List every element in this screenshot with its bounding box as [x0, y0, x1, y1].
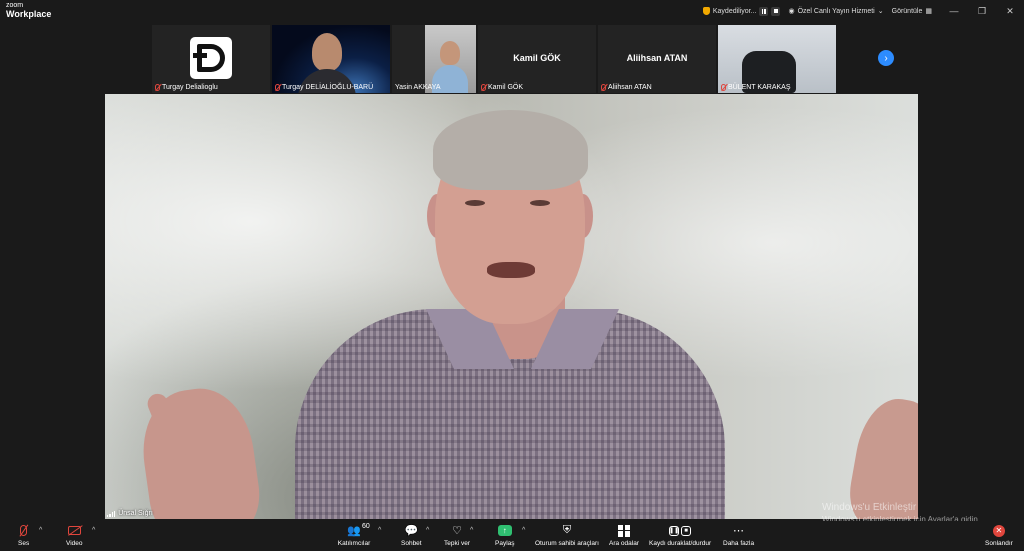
participants-count: 60 [362, 523, 370, 530]
participant-face [440, 41, 460, 65]
participant-name: Turgay DELİALİOĞLU-BARÜ [282, 84, 374, 91]
participants-icon: 👥 [347, 525, 361, 537]
participant-tile[interactable]: Aliihsan ATAN Aliihsan ATAN [598, 25, 716, 93]
broadcast-icon: ◉ [788, 8, 795, 15]
recording-indicator: Kaydediliyor... [702, 6, 781, 16]
share-button[interactable]: ↑ Paylaş [495, 523, 515, 547]
participant-name: Aliihsan ATAN [608, 84, 652, 91]
livestream-label: Özel Canlı Yayın Hizmeti [797, 7, 875, 15]
close-icon[interactable]: ✕ [996, 6, 1024, 17]
host-tools-button[interactable]: ⛨ Oturum sahibi araçları [535, 523, 599, 547]
participants-button[interactable]: 👥 60 Katılımcılar [337, 523, 371, 547]
participant-big-name: Aliihsan ATAN [626, 53, 688, 63]
restore-icon[interactable]: ❐ [968, 6, 996, 17]
mic-muted-icon [20, 525, 28, 536]
next-page-arrow-icon[interactable]: › [878, 50, 894, 66]
participant-strip: Turgay Delialioglu Turgay DELİALİOĞLU-BA… [152, 25, 836, 93]
video-button[interactable]: Video [66, 523, 83, 547]
participant-name: Yasin AKKAYA [395, 84, 441, 91]
active-speaker-video: Ünsal Sığrı [105, 94, 918, 519]
participant-face [312, 33, 342, 71]
view-menu[interactable]: Görüntüle ▦ [891, 7, 932, 16]
participant-big-name: Kamil GÖK [513, 53, 561, 63]
mic-muted-icon [721, 84, 726, 91]
livestream-menu[interactable]: ◉ Özel Canlı Yayın Hizmeti ⌄ [788, 7, 884, 16]
breakout-rooms-icon [618, 524, 630, 537]
title-bar: zoom Workplace Kaydediliyor... ◉ Özel Ca… [0, 0, 1024, 22]
host-shield-icon: ⛨ [562, 524, 572, 536]
speaker-name: Ünsal Sığrı [118, 510, 153, 517]
more-icon: ⋯ [733, 525, 745, 537]
meeting-toolbar: Ses ^ Video ^ 👥 60 Katılımcılar ^ 💬 Sohbe… [0, 521, 1024, 551]
more-button[interactable]: ⋯ Daha fazla [723, 523, 754, 547]
title-bar-right: Kaydediliyor... ◉ Özel Canlı Yayın Hizme… [702, 0, 1024, 22]
participant-logo [190, 37, 232, 79]
camera-off-icon [67, 526, 81, 535]
zoom-window: zoom Workplace Kaydediliyor... ◉ Özel Ca… [0, 0, 1024, 551]
shield-icon[interactable] [702, 7, 710, 15]
participants-options-chevron-icon[interactable]: ^ [378, 527, 381, 534]
participant-tile[interactable]: Yasin AKKAYA [392, 25, 476, 93]
recording-label: Kaydediliyor... [712, 7, 757, 15]
chat-options-chevron-icon[interactable]: ^ [426, 527, 429, 534]
participant-name: Kamil GÖK [488, 84, 524, 91]
minimize-icon[interactable]: — [940, 6, 968, 16]
end-meeting-button[interactable]: ✕ Sonlandır [985, 523, 1013, 547]
speaker-name-label: Ünsal Sığrı [107, 510, 153, 517]
share-screen-icon: ↑ [497, 525, 512, 536]
participant-name: Turgay Delialioglu [162, 84, 218, 91]
stop-recording-icon[interactable] [771, 6, 781, 16]
end-call-icon: ✕ [992, 524, 1005, 537]
react-button[interactable]: ♡ Tepki ver [444, 523, 470, 547]
participant-tile[interactable]: Kamil GÖK Kamil GÖK [478, 25, 596, 93]
speaker-hair [433, 110, 588, 190]
breakout-rooms-button[interactable]: Ara odalar [609, 523, 639, 547]
chat-icon: 💬 [404, 525, 419, 537]
participant-name: BÜLENT KARAKAŞ [728, 84, 791, 91]
chat-button[interactable]: 💬 Sohbet [401, 523, 422, 547]
pause-recording-icon[interactable] [759, 6, 769, 16]
mic-muted-icon [275, 84, 280, 91]
record-button[interactable]: ❚❚ ■ Kaydı duraklat/durdur [649, 523, 711, 547]
grid-view-icon: ▦ [925, 8, 932, 15]
video-options-chevron-icon[interactable]: ^ [92, 527, 95, 534]
view-label: Görüntüle [891, 7, 923, 15]
audio-options-chevron-icon[interactable]: ^ [39, 527, 42, 534]
share-options-chevron-icon[interactable]: ^ [522, 527, 525, 534]
participant-tile[interactable]: Turgay Delialioglu [152, 25, 270, 93]
heart-icon: ♡ [452, 525, 462, 537]
zoom-workplace-logo: zoom Workplace [6, 2, 52, 19]
signal-strength-icon [107, 510, 116, 517]
react-options-chevron-icon[interactable]: ^ [470, 527, 473, 534]
pause-stop-recording-icon: ❚❚ ■ [669, 525, 692, 536]
mic-muted-icon [601, 84, 606, 91]
chevron-down-icon: ⌄ [877, 8, 884, 15]
participant-tile[interactable]: Turgay DELİALİOĞLU-BARÜ [272, 25, 390, 93]
audio-button[interactable]: Ses [18, 523, 29, 547]
participant-tile[interactable]: BÜLENT KARAKAŞ [718, 25, 836, 93]
mic-muted-icon [481, 84, 486, 91]
mic-muted-icon [155, 84, 160, 91]
